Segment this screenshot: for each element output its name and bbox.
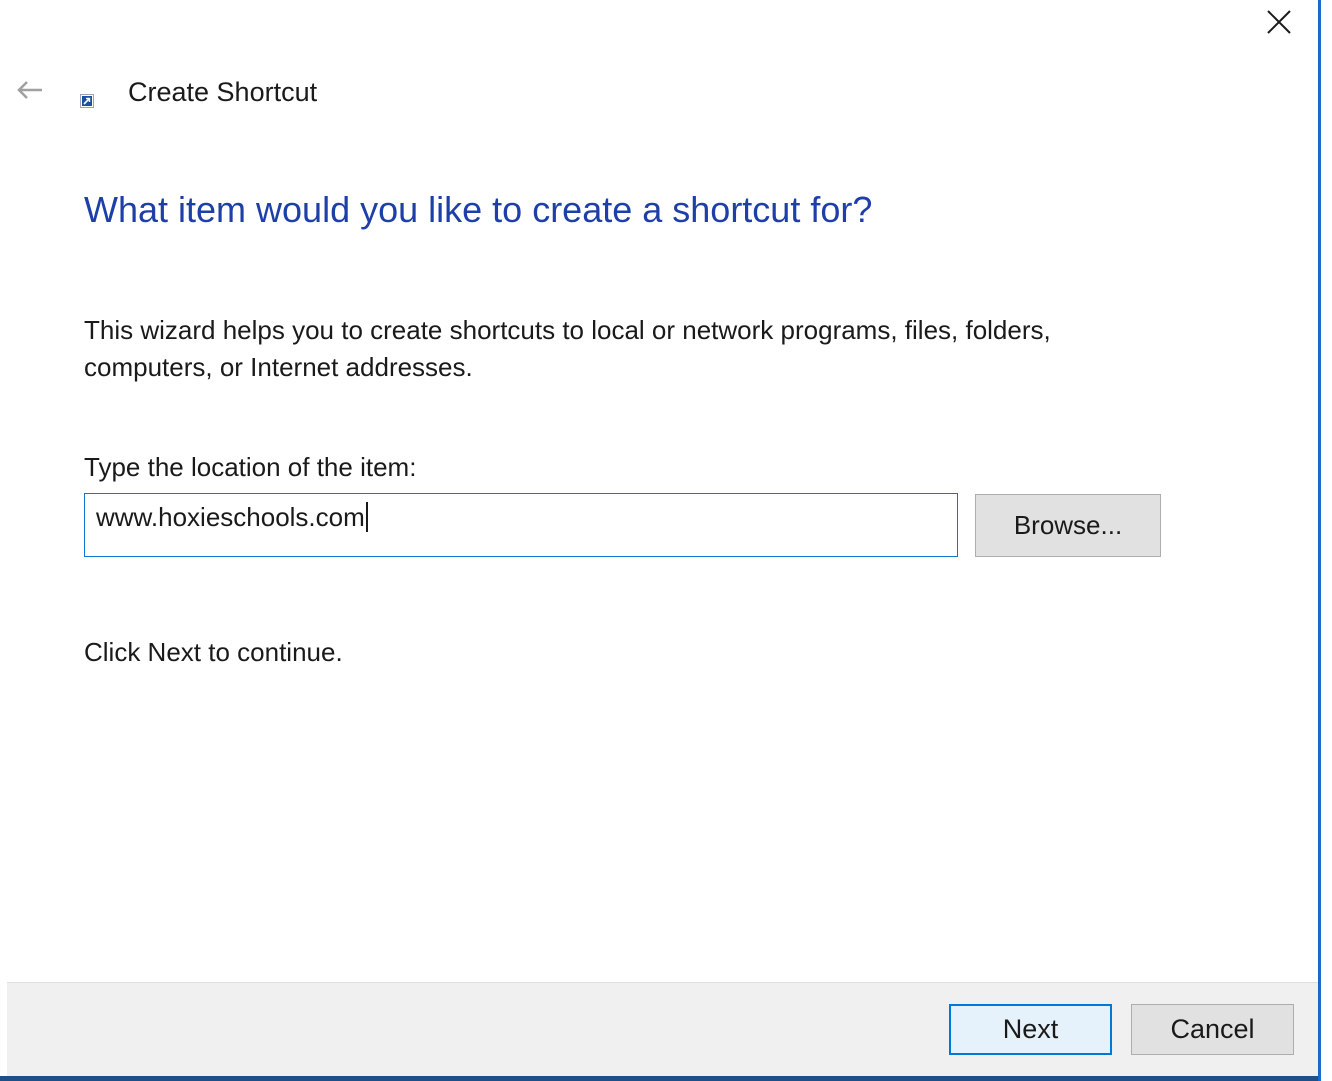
create-shortcut-dialog: Create Shortcut What item would you like… (0, 0, 1318, 1081)
browse-button[interactable]: Browse... (975, 494, 1161, 557)
continue-hint: Click Next to continue. (84, 637, 343, 667)
close-icon (1267, 10, 1291, 34)
shortcut-icon (80, 94, 94, 108)
dialog-footer (7, 982, 1318, 1077)
back-arrow-icon (17, 81, 42, 99)
window-title: Create Shortcut (128, 77, 318, 107)
window-edge (1318, 0, 1332, 1081)
next-button[interactable]: Next (949, 1004, 1112, 1055)
location-label: Type the location of the item: (84, 452, 417, 482)
wizard-description: This wizard helps you to create shortcut… (84, 315, 1051, 382)
text-caret (365, 502, 368, 532)
taskbar-edge (0, 1076, 1318, 1081)
page-heading: What item would you like to create a sho… (84, 189, 873, 230)
cancel-button[interactable]: Cancel (1131, 1004, 1294, 1055)
close-button[interactable] (1256, 0, 1302, 44)
location-input-value: www.hoxieschools.com (96, 502, 365, 532)
back-button[interactable] (12, 74, 48, 106)
location-input[interactable]: www.hoxieschools.com (84, 493, 958, 557)
